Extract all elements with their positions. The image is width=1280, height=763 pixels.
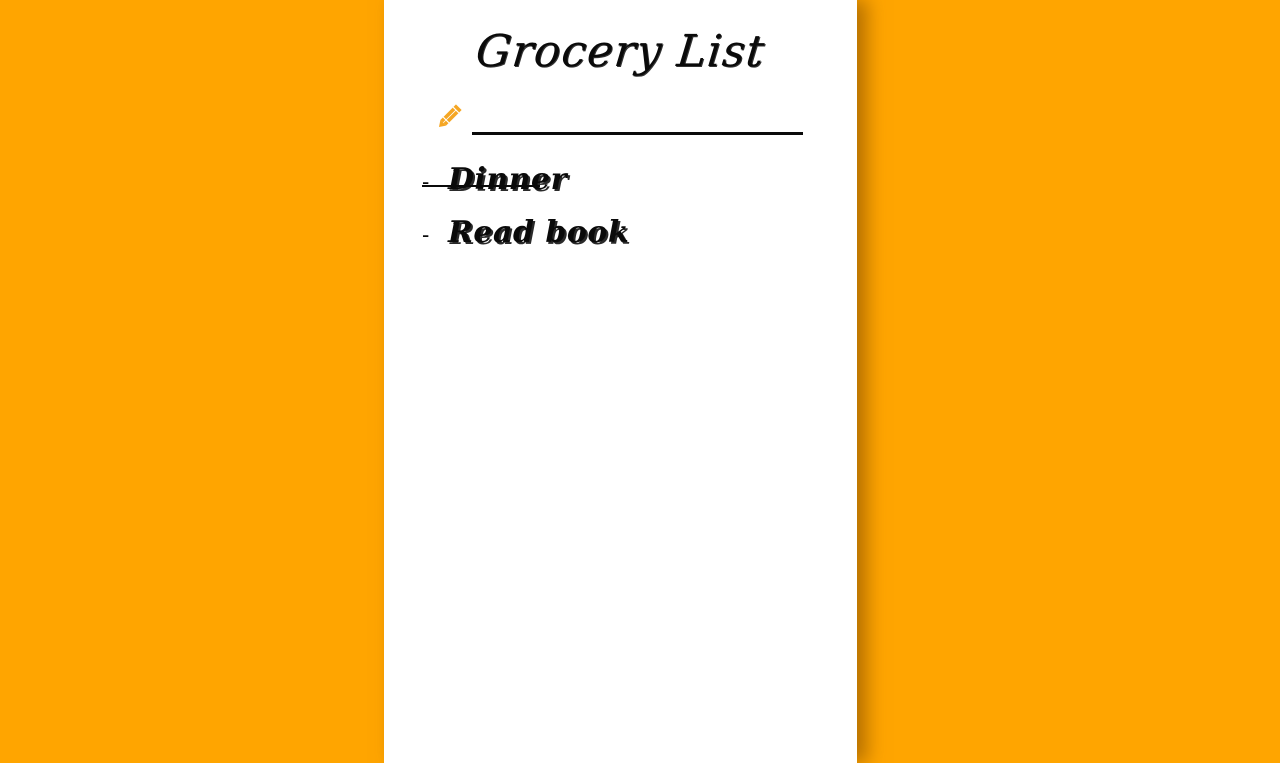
list-item-label: Dinner: [448, 162, 567, 197]
list-item-label: Read book: [448, 215, 630, 250]
list-item[interactable]: - Read book: [422, 215, 629, 268]
list-bullet: -: [422, 222, 430, 247]
list-item[interactable]: - Dinner: [422, 162, 629, 215]
pencil-icon: [436, 100, 466, 130]
grocery-card: Grocery List - Dinner - Read book: [384, 0, 857, 763]
list-bullet: -: [422, 169, 430, 194]
page-title: Grocery List: [473, 26, 768, 77]
grocery-list: - Dinner - Read book: [422, 162, 629, 268]
new-item-input[interactable]: [472, 102, 803, 135]
